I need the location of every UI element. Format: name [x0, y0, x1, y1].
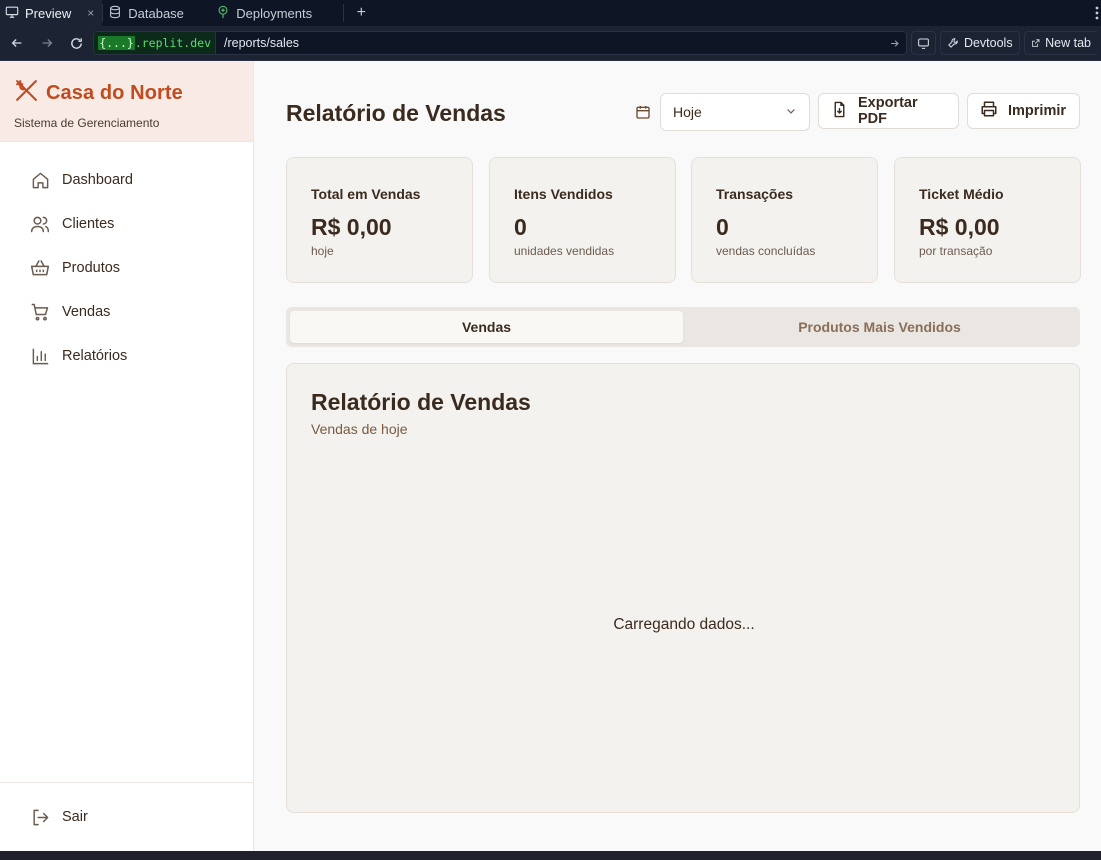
period-select[interactable]: Hoje	[660, 93, 810, 131]
url-path: /reports/sales	[224, 36, 300, 50]
external-link-icon	[1031, 39, 1040, 47]
sidebar-item-label: Clientes	[62, 216, 115, 232]
tab-deployments[interactable]: Deployments	[211, 0, 343, 26]
sidebar-item-dashboard[interactable]: Dashboard	[0, 158, 253, 202]
sidebar-nav: Dashboard Clientes Produtos Vendas Relat…	[0, 142, 253, 378]
database-icon	[108, 5, 122, 22]
logout-icon	[30, 807, 50, 827]
chevron-down-icon	[785, 104, 797, 120]
stat-subtitle: vendas concluídas	[716, 244, 816, 258]
stat-value: R$ 0,00	[311, 214, 392, 240]
cart-icon	[30, 302, 50, 322]
file-download-icon	[831, 101, 848, 122]
tab-produtos-mais-vendidos[interactable]: Produtos Mais Vendidos	[683, 311, 1076, 343]
stat-card-itens-vendidos: Itens Vendidos 0 unidades vendidas	[489, 157, 676, 283]
deployments-icon	[216, 5, 230, 22]
sidebar-item-label: Produtos	[62, 260, 121, 276]
basket-icon	[30, 258, 50, 278]
stat-card-transacoes: Transações 0 vendas concluídas	[691, 157, 878, 283]
stat-subtitle: hoje	[311, 244, 334, 258]
sidebar-item-clientes[interactable]: Clientes	[0, 202, 253, 246]
main-content: Relatório de Vendas Hoje Exportar PDF Im…	[254, 61, 1101, 851]
forward-button[interactable]	[34, 30, 60, 56]
url-domain-highlight: {...}	[98, 36, 135, 50]
stat-value: 0	[514, 214, 527, 240]
reload-button[interactable]	[63, 30, 89, 56]
calendar-icon	[635, 104, 651, 125]
stat-title: Total em Vendas	[311, 186, 421, 202]
stat-value: 0	[716, 214, 729, 240]
loading-message: Carregando dados...	[613, 616, 755, 633]
report-tabs: Vendas Produtos Mais Vendidos	[286, 307, 1080, 347]
app-root: Casa do Norte Sistema de Gerenciamento D…	[0, 61, 1101, 851]
tab-database[interactable]: Database	[103, 0, 211, 26]
tab-label: Deployments	[236, 5, 313, 21]
arrow-right-icon	[42, 39, 52, 47]
sidebar-item-label: Vendas	[62, 304, 111, 320]
sidebar-item-produtos[interactable]: Produtos	[0, 246, 253, 290]
sidebar-item-relatorios[interactable]: Relatórios	[0, 334, 253, 378]
tab-preview[interactable]: Preview ×	[0, 0, 103, 26]
tab-label: Preview	[25, 5, 72, 21]
new-tab-link-button[interactable]: New tab	[1023, 31, 1097, 55]
print-label: Imprimir	[1008, 103, 1067, 119]
reload-icon	[70, 37, 82, 49]
bar-chart-icon	[30, 346, 50, 366]
brand-subtitle: Sistema de Gerenciamento	[14, 116, 160, 130]
card-title: Relatório de Vendas	[311, 389, 531, 415]
users-icon	[30, 214, 50, 234]
export-pdf-button[interactable]: Exportar PDF	[818, 93, 959, 129]
window-bottom-edge	[0, 851, 1101, 860]
sales-report-card: Relatório de Vendas Vendas de hoje Carre…	[286, 363, 1080, 813]
screen-icon	[918, 38, 929, 49]
home-icon	[30, 170, 50, 190]
print-button[interactable]: Imprimir	[967, 93, 1080, 129]
url-domain: {...} .replit.dev	[94, 32, 216, 54]
browser-address-bar: {...} .replit.dev /reports/sales Devtools…	[0, 26, 1101, 61]
tab-label: Database	[128, 5, 184, 21]
close-icon[interactable]: ×	[87, 6, 94, 20]
stat-card-total-vendas: Total em Vendas R$ 0,00 hoje	[286, 157, 473, 283]
new-tab-label: New tab	[1045, 36, 1091, 50]
device-preview-button[interactable]	[910, 31, 936, 55]
export-pdf-label: Exportar PDF	[858, 95, 918, 127]
card-subtitle: Vendas de hoje	[311, 421, 408, 437]
brand-title: Casa do Norte	[46, 81, 183, 104]
stat-card-ticket-medio: Ticket Médio R$ 0,00 por transação	[894, 157, 1081, 283]
devtools-label: Devtools	[963, 36, 1013, 50]
url-domain-text: .replit.dev	[134, 36, 211, 50]
sidebar-item-label: Dashboard	[62, 172, 133, 188]
url-field[interactable]: {...} .replit.dev /reports/sales	[93, 31, 907, 55]
devtools-button[interactable]: Devtools	[939, 31, 1020, 55]
utensils-icon	[14, 78, 39, 108]
sidebar: Casa do Norte Sistema de Gerenciamento D…	[0, 61, 254, 851]
printer-icon	[980, 100, 998, 122]
stat-subtitle: unidades vendidas	[514, 244, 615, 258]
back-button[interactable]	[4, 30, 30, 56]
go-arrow-icon[interactable]	[884, 38, 906, 49]
browser-tab-bar: Preview × Database Deployments +	[0, 0, 1101, 26]
brand-header: Casa do Norte Sistema de Gerenciamento	[0, 61, 253, 142]
more-vertical-icon[interactable]	[1093, 0, 1101, 26]
stat-subtitle: por transação	[919, 244, 993, 258]
sidebar-item-label: Relatórios	[62, 348, 128, 364]
stat-title: Transações	[716, 186, 794, 202]
wrench-icon	[948, 38, 958, 48]
period-select-value: Hoje	[673, 104, 702, 120]
stat-title: Ticket Médio	[919, 186, 1004, 202]
logout-button[interactable]: Sair	[0, 782, 253, 851]
page-title: Relatório de Vendas	[286, 100, 506, 126]
stat-value: R$ 0,00	[919, 214, 1000, 240]
monitor-icon	[5, 5, 19, 22]
stat-title: Itens Vendidos	[514, 186, 613, 202]
sidebar-item-vendas[interactable]: Vendas	[0, 290, 253, 334]
new-tab-button[interactable]: +	[344, 0, 378, 26]
logout-label: Sair	[62, 809, 88, 825]
arrow-left-icon	[11, 39, 22, 47]
tab-vendas[interactable]: Vendas	[290, 311, 683, 343]
